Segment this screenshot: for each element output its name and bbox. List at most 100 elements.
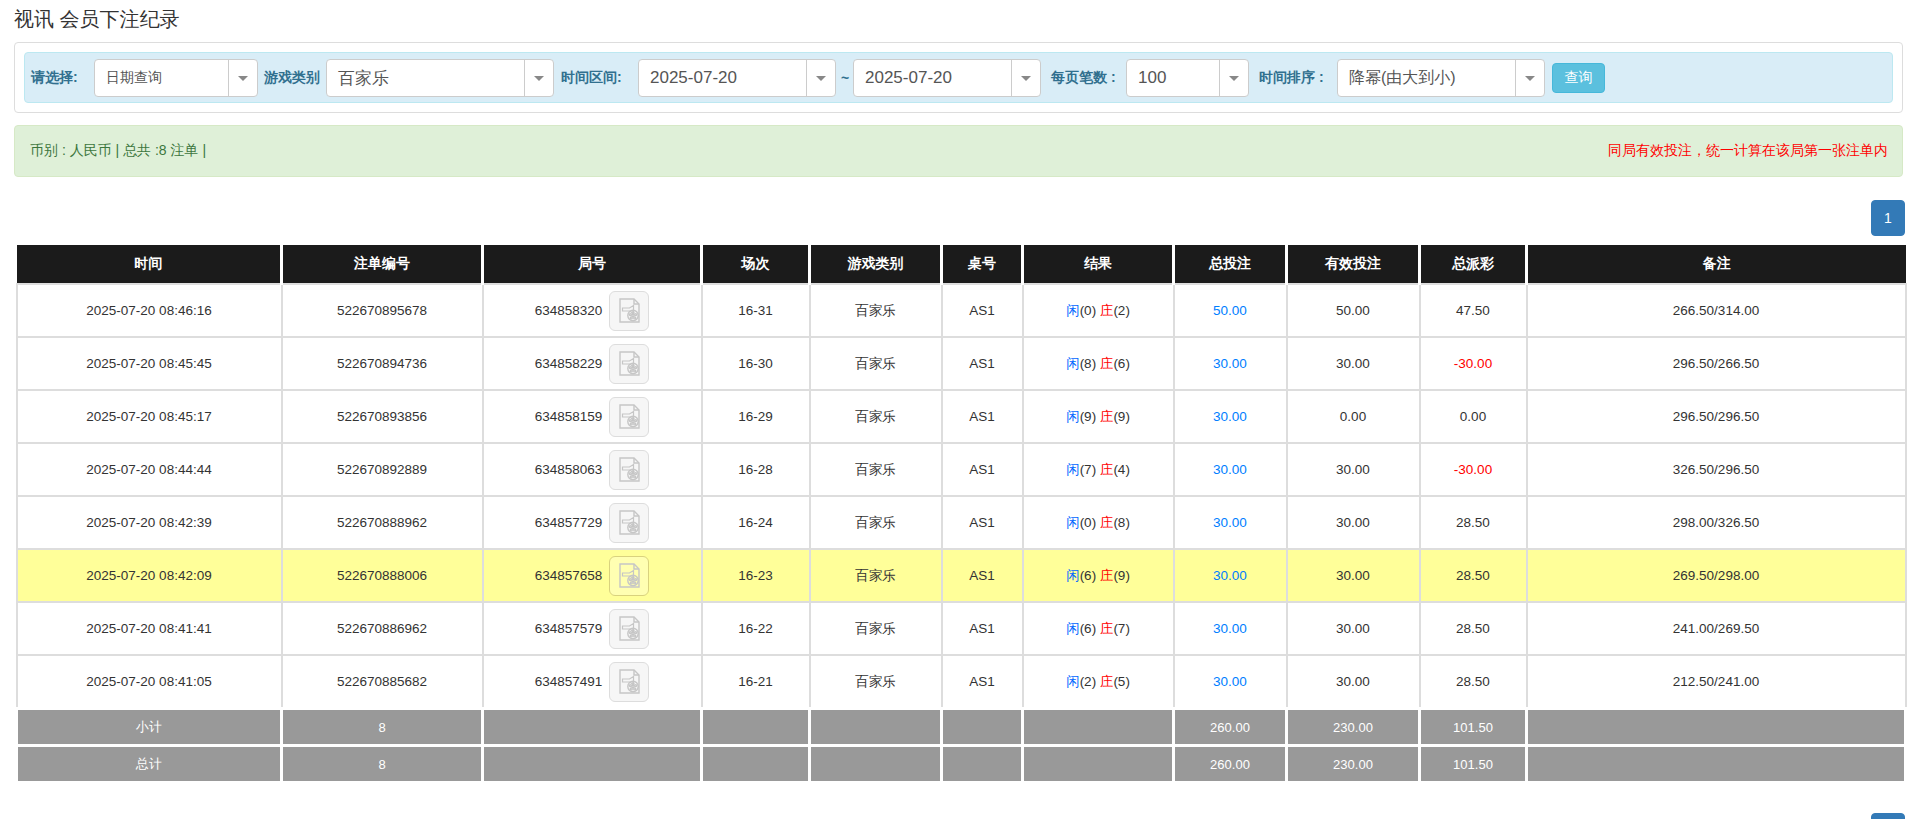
video-file-icon [616,562,643,589]
cell-payout: 0.00 [1420,390,1527,443]
table-row: 2025-07-20 08:44:44522670892889634858063… [17,443,1906,496]
round-no: 634858229 [535,355,603,370]
cell-session: 16-28 [702,443,810,496]
total-bet-link[interactable]: 30.00 [1213,621,1247,636]
video-replay-button[interactable] [609,450,649,490]
cell-total-bet: 30.00 [1174,655,1287,709]
pagination-page-1[interactable]: 1 [1871,200,1905,236]
video-replay-button[interactable] [609,556,649,596]
cell-game-type: 百家乐 [810,602,942,655]
cell-remark: 269.50/298.00 [1527,549,1906,602]
cell-game-type: 百家乐 [810,390,942,443]
cell-time: 2025-07-20 08:41:41 [17,602,282,655]
page-size-value: 100 [1127,60,1219,96]
chevron-down-icon[interactable] [228,60,257,96]
game-type-label: 游戏类别 [264,53,320,102]
query-type-select[interactable]: 日期查询 [94,59,258,97]
video-replay-button[interactable] [609,503,649,543]
cell-result: 闲(8) 庄(6) [1023,337,1174,390]
cell-table-no: AS1 [942,390,1023,443]
cell-game-type: 百家乐 [810,443,942,496]
cell-round-no: 634858159 [483,390,702,443]
video-replay-button[interactable] [609,662,649,702]
cell-table-no: AS1 [942,337,1023,390]
summary-left-text: 币别 : 人民币 | 总共 :8 注单 | [30,142,206,160]
total-bet-link[interactable]: 30.00 [1213,674,1247,689]
cell-valid-bet: 30.00 [1287,443,1420,496]
video-file-icon [616,668,643,695]
video-file-icon [616,509,643,536]
chevron-down-icon[interactable] [1011,60,1040,96]
cell-session: 16-30 [702,337,810,390]
cell-session: 16-24 [702,496,810,549]
cell-payout: -30.00 [1420,443,1527,496]
cell-bet-no: 522670894736 [282,337,483,390]
video-file-icon [616,350,643,377]
video-replay-button[interactable] [609,344,649,384]
subtotal-label: 小计 [17,709,282,746]
tilde-separator: ~ [841,53,849,102]
video-replay-button[interactable] [609,609,649,649]
cell-total-bet: 30.00 [1174,337,1287,390]
chevron-down-icon[interactable] [524,60,553,96]
date-to-picker[interactable]: 2025-07-20 [853,59,1041,97]
banker-label: 庄 [1100,621,1114,636]
cell-round-no: 634857491 [483,655,702,709]
sort-value: 降幂(由大到小) [1338,60,1515,96]
cell-table-no: AS1 [942,549,1023,602]
total-bet-link[interactable]: 50.00 [1213,303,1247,318]
player-label: 闲 [1066,303,1080,318]
total-bet-link[interactable]: 30.00 [1213,515,1247,530]
col-header-0: 时间 [17,245,282,284]
total-bet-link[interactable]: 30.00 [1213,409,1247,424]
cell-table-no: AS1 [942,284,1023,337]
video-replay-button[interactable] [609,397,649,437]
cell-time: 2025-07-20 08:44:44 [17,443,282,496]
chevron-down-icon[interactable] [1515,60,1544,96]
page-size-select[interactable]: 100 [1126,59,1249,97]
round-no: 634858320 [535,302,603,317]
cell-remark: 296.50/266.50 [1527,337,1906,390]
chevron-down-icon[interactable] [1219,60,1248,96]
cell-session: 16-22 [702,602,810,655]
time-range-label: 时间区间: [561,53,622,102]
subtotal-valid-bet: 230.00 [1287,709,1420,746]
cell-session: 16-21 [702,655,810,709]
chevron-down-icon[interactable] [806,60,835,96]
total-bet-link[interactable]: 30.00 [1213,462,1247,477]
sort-select[interactable]: 降幂(由大到小) [1337,59,1545,97]
cell-session: 16-29 [702,390,810,443]
video-file-icon [616,297,643,324]
bet-records-table: 时间注单编号局号场次游戏类别桌号结果总投注有效投注总派彩备注 2025-07-2… [15,245,1907,784]
cell-bet-no: 522670895678 [282,284,483,337]
date-from-picker[interactable]: 2025-07-20 [638,59,836,97]
cell-bet-no: 522670888962 [282,496,483,549]
table-row: 2025-07-20 08:45:17522670893856634858159… [17,390,1906,443]
cell-valid-bet: 0.00 [1287,390,1420,443]
cell-result: 闲(0) 庄(8) [1023,496,1174,549]
cell-table-no: AS1 [942,443,1023,496]
total-bet-link[interactable]: 30.00 [1213,568,1247,583]
game-type-select[interactable]: 百家乐 [326,59,554,97]
search-button[interactable]: 查询 [1552,63,1605,93]
cell-valid-bet: 30.00 [1287,496,1420,549]
pagination-page-1-bottom[interactable]: 1 [1871,813,1905,819]
banker-label: 庄 [1100,356,1114,371]
cell-time: 2025-07-20 08:45:45 [17,337,282,390]
cell-result: 闲(6) 庄(9) [1023,549,1174,602]
total-bet-link[interactable]: 30.00 [1213,356,1247,371]
cell-remark: 298.00/326.50 [1527,496,1906,549]
cell-session: 16-31 [702,284,810,337]
video-replay-button[interactable] [609,291,649,331]
player-label: 闲 [1066,621,1080,636]
col-header-9: 总派彩 [1420,245,1527,284]
player-label: 闲 [1066,409,1080,424]
cell-payout: 28.50 [1420,602,1527,655]
total-payout: 101.50 [1420,746,1527,783]
total-valid-bet: 230.00 [1287,746,1420,783]
table-row: 2025-07-20 08:45:45522670894736 634858229… [17,337,1906,390]
subtotal-row: 小计8260.00230.00101.50 [17,709,1906,746]
cell-result: 闲(9) 庄(9) [1023,390,1174,443]
video-file-icon [616,403,643,430]
summary-notice-text: 同局有效投注，统一计算在该局第一张注单内 [1608,142,1888,160]
